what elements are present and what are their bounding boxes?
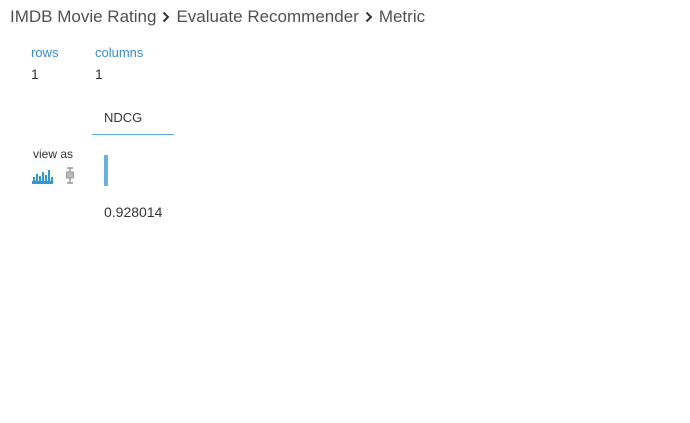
value-bar: [104, 155, 108, 186]
breadcrumb-module[interactable]: Evaluate Recommender: [176, 7, 358, 27]
column-header-label: NDCG: [104, 110, 143, 125]
columns-label: columns: [95, 45, 144, 60]
breadcrumb: IMDB Movie Rating Evaluate Recommender M…: [10, 5, 425, 29]
chevron-right-icon: [156, 11, 176, 23]
chevron-right-icon: [359, 11, 379, 23]
rows-stat: rows 1: [31, 45, 58, 82]
rows-label: rows: [31, 45, 59, 60]
breadcrumb-experiment[interactable]: IMDB Movie Rating: [10, 7, 156, 27]
column-header-ndcg[interactable]: NDCG: [92, 108, 174, 135]
view-as-options: [32, 167, 75, 189]
columns-stat: columns 1: [95, 45, 143, 82]
breadcrumb-output: Metric: [378, 7, 426, 26]
cell-value[interactable]: 0.928014: [104, 204, 162, 220]
columns-value: 1: [95, 66, 103, 82]
visualization-page: IMDB Movie Rating Evaluate Recommender M…: [0, 0, 690, 423]
view-as-label: view as: [33, 147, 74, 161]
boxplot-icon[interactable]: [65, 167, 75, 189]
histogram-icon[interactable]: [32, 169, 53, 189]
rows-value: 1: [31, 66, 39, 82]
